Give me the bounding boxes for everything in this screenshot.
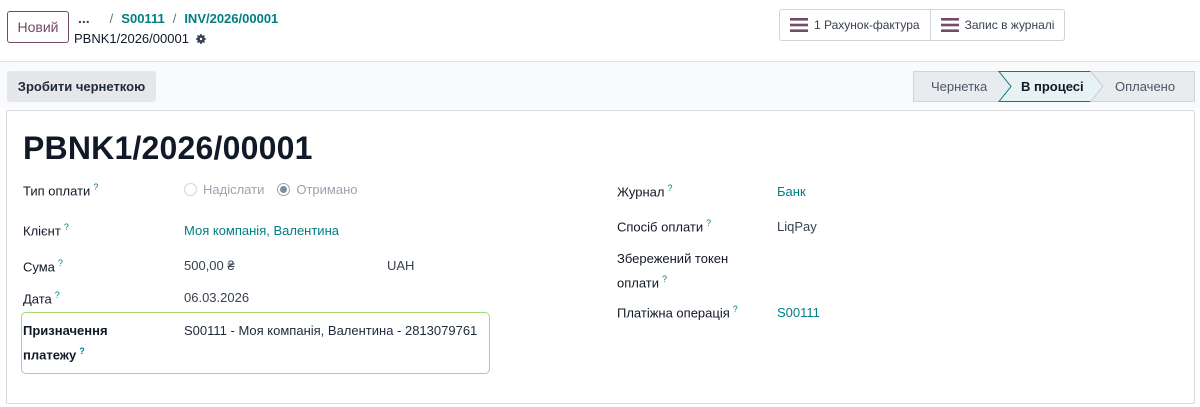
form-sheet: PBNK1/2026/00001 Тип оплати? Надіслати О… (6, 110, 1195, 404)
breadcrumb-current: PBNK1/2026/00001 (74, 31, 207, 46)
payment-method-label: Спосіб оплати? (617, 218, 712, 235)
breadcrumb-sale-order[interactable]: S00111 (121, 11, 164, 26)
stage-draft[interactable]: Чернетка (931, 71, 987, 102)
gear-icon[interactable] (195, 33, 207, 45)
list-icon (790, 18, 808, 32)
record-name: PBNK1/2026/00001 (74, 31, 189, 46)
journal-entry-smart-button-label: Запис в журналі (964, 18, 1055, 32)
list-icon (940, 18, 959, 32)
breadcrumb-more-button[interactable]: ... (78, 10, 90, 26)
help-icon[interactable]: ? (58, 258, 63, 268)
help-icon[interactable]: ? (79, 346, 85, 356)
help-icon[interactable]: ? (55, 290, 60, 300)
journal-label: Журнал? (617, 183, 673, 200)
journal-entry-smart-button[interactable]: Запис в журналі (929, 10, 1065, 40)
payment-transaction-field[interactable]: S00111 (777, 305, 820, 320)
help-icon[interactable]: ? (733, 304, 738, 314)
help-icon[interactable]: ? (662, 274, 667, 284)
new-button[interactable]: Новий (7, 11, 69, 43)
amount-field[interactable]: 500,00 ₴ (184, 258, 235, 273)
breadcrumb-invoice[interactable]: INV/2026/00001 (184, 11, 278, 26)
help-icon[interactable]: ? (64, 222, 69, 232)
breadcrumb-separator: / (109, 10, 114, 26)
radio-receive-label: Отримано (296, 182, 358, 197)
page-title: PBNK1/2026/00001 (23, 130, 313, 166)
amount-label: Сума? (23, 258, 63, 275)
invoice-smart-button-label: 1 Рахунок-фактура (814, 18, 920, 32)
payment-type-radio-group: Надіслати Отримано (184, 182, 357, 197)
reset-to-draft-button[interactable]: Зробити чернеткою (7, 71, 156, 102)
status-bar: Зробити чернеткою Чернетка В процесі Опл… (0, 62, 1200, 108)
help-icon[interactable]: ? (93, 182, 98, 192)
breadcrumb: ... / S00111 / INV/2026/00001 (78, 9, 278, 27)
smart-buttons: 1 Рахунок-фактура Запис в журналі (779, 9, 1066, 41)
invoice-smart-button[interactable]: 1 Рахунок-фактура (780, 10, 930, 40)
date-field[interactable]: 06.03.2026 (184, 290, 249, 305)
stage-paid[interactable]: Оплачено (1115, 71, 1175, 102)
journal-field[interactable]: Банк (777, 184, 806, 199)
control-panel: Новий ... / S00111 / INV/2026/00001 PBNK… (0, 0, 1200, 62)
payment-method-field[interactable]: LiqPay (777, 219, 817, 234)
memo-field[interactable]: S00111 - Моя компанія, Валентина - 28130… (184, 323, 477, 338)
radio-send[interactable] (184, 183, 197, 196)
saved-token-label: Збережений токен оплати? (617, 251, 729, 291)
payment-type-label: Тип оплати? (23, 182, 99, 199)
stage-in-process[interactable]: В процесі (1021, 71, 1084, 102)
date-label: Дата? (23, 290, 60, 307)
help-icon[interactable]: ? (706, 218, 711, 228)
stage-indicator: Чернетка В процесі Оплачено (913, 71, 1195, 102)
radio-receive[interactable] (277, 183, 291, 196)
payment-transaction-label: Платіжна операція? (617, 304, 738, 321)
radio-send-label: Надіслати (203, 182, 265, 197)
memo-label: Призначення платежу? (23, 323, 108, 363)
customer-label: Клієнт? (23, 222, 69, 239)
customer-field[interactable]: Моя компанія, Валентина (184, 223, 339, 238)
currency-field[interactable]: UAH (387, 258, 414, 273)
help-icon[interactable]: ? (667, 183, 672, 193)
breadcrumb-separator: / (172, 10, 177, 26)
